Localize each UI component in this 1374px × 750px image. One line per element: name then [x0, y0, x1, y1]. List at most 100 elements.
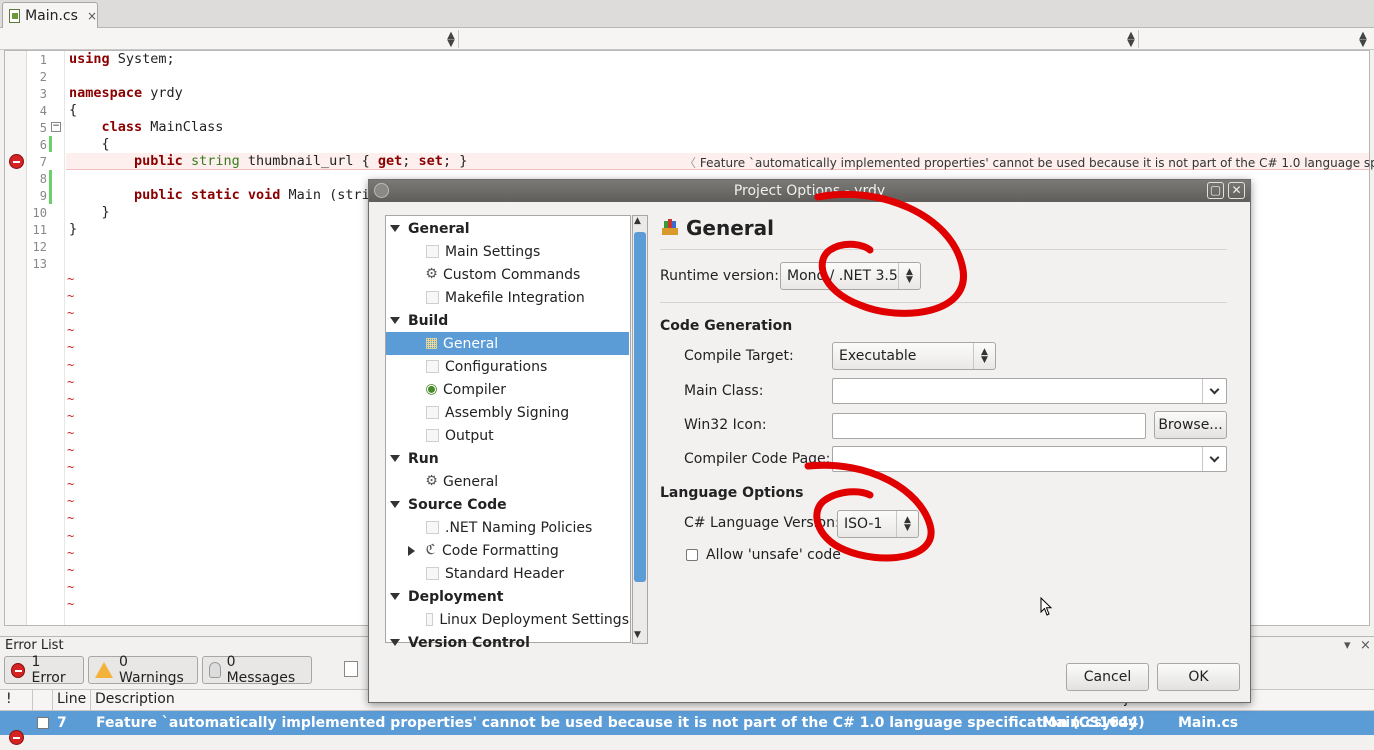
tree-item[interactable]: ▦ General: [386, 332, 629, 355]
eof-tilde: ~: [67, 443, 75, 457]
pad-options-icon[interactable]: ▾: [1344, 638, 1351, 653]
expander-down-icon[interactable]: [390, 317, 400, 324]
tree-item[interactable]: ⚙ General: [386, 470, 629, 493]
eof-tilde: ~: [67, 545, 75, 560]
scroll-up-icon[interactable]: ▲: [634, 216, 641, 226]
line-number: 10: [32, 206, 47, 220]
code-generation-heading: Code Generation: [660, 318, 793, 334]
line-number: 9: [39, 189, 47, 203]
extra-selector-arrows-icon[interactable]: ▲ ▼: [1358, 31, 1368, 49]
checkbox-icon: [426, 245, 439, 258]
build-icon: ▦: [424, 335, 439, 351]
navigation-bar: [0, 28, 1374, 50]
code-page-combo[interactable]: [832, 446, 1227, 472]
dialog-title-bar[interactable]: Project Options - yrdy: [369, 180, 1250, 202]
scrollbar-thumb[interactable]: [634, 232, 646, 582]
main-class-combo[interactable]: [832, 378, 1227, 404]
error-icon: [9, 730, 24, 745]
cancel-button[interactable]: Cancel: [1066, 663, 1149, 691]
tree-category[interactable]: Version Control: [386, 631, 629, 654]
expander-down-icon[interactable]: [390, 639, 400, 646]
member-selector-arrows-icon[interactable]: ▲ ▼: [1126, 31, 1136, 49]
type-selector-arrows-icon[interactable]: ▲ ▼: [446, 31, 456, 49]
row-checkbox[interactable]: [37, 717, 49, 729]
fold-collapse-icon[interactable]: −: [51, 122, 61, 132]
nav-separator: [458, 30, 459, 48]
tree-item[interactable]: Output: [386, 424, 629, 447]
tree-label: Makefile Integration: [445, 289, 585, 306]
tab-title: Main.cs: [25, 7, 78, 24]
tree-item[interactable]: Makefile Integration: [386, 286, 629, 309]
tree-item[interactable]: ⚙ Custom Commands: [386, 263, 629, 286]
build-output-icon[interactable]: [344, 661, 358, 677]
tree-item[interactable]: Standard Header: [386, 562, 629, 585]
expander-down-icon[interactable]: [390, 501, 400, 508]
close-tab-icon[interactable]: ×: [87, 9, 97, 23]
eof-tilde: ~: [67, 425, 75, 440]
tree-item[interactable]: Main Settings: [386, 240, 629, 263]
col-divider: [32, 690, 33, 710]
tree-category[interactable]: Deployment: [386, 585, 629, 608]
expander-down-icon[interactable]: [390, 225, 400, 232]
allow-unsafe-checkbox[interactable]: [686, 549, 698, 561]
browse-button[interactable]: Browse...: [1154, 411, 1227, 439]
tree-item[interactable]: ℭ Code Formatting: [386, 539, 629, 562]
tree-category[interactable]: Source Code: [386, 493, 629, 516]
compile-target-select[interactable]: Executable ▲ ▼: [832, 342, 996, 370]
tree-label: General: [443, 473, 499, 490]
error-list-title: Error List: [5, 638, 64, 653]
close-dialog-icon[interactable]: ✕: [1228, 182, 1245, 199]
tree-label: Run: [408, 450, 439, 467]
warnings-toggle-button[interactable]: 0 Warnings: [88, 654, 198, 686]
tree-category[interactable]: Build: [386, 309, 629, 332]
select-arrows-icon: ▲ ▼: [896, 511, 918, 537]
tree-item[interactable]: .NET Naming Policies: [386, 516, 629, 539]
ok-button[interactable]: OK: [1157, 663, 1240, 691]
error-marker-icon[interactable]: [9, 154, 24, 169]
line-number: 6: [39, 138, 47, 152]
win32-icon-field[interactable]: [832, 413, 1146, 439]
panel-heading: General: [686, 216, 774, 240]
tree-category[interactable]: General: [386, 217, 629, 240]
window-menu-icon[interactable]: [374, 183, 389, 198]
tab-main-cs[interactable]: Main.cs ×: [2, 2, 98, 28]
main-class-label: Main Class:: [684, 383, 764, 399]
col-description[interactable]: Description: [95, 691, 175, 707]
col-line[interactable]: Line: [57, 691, 86, 707]
checkbox-icon: [426, 360, 439, 373]
maximize-icon[interactable]: ▢: [1207, 182, 1224, 199]
expander-down-icon[interactable]: [390, 455, 400, 462]
language-version-select[interactable]: ISO-1 ▲ ▼: [837, 510, 919, 538]
code-line: {: [69, 102, 78, 118]
runtime-version-select[interactable]: Mono / .NET 3.5 ▲ ▼: [780, 262, 921, 290]
tree-item[interactable]: Assembly Signing: [386, 401, 629, 424]
messages-toggle-button[interactable]: 0 Messages: [202, 654, 312, 686]
row-description: Feature `automatically implemented prope…: [96, 715, 1145, 731]
tree-item[interactable]: ◉ Compiler: [386, 378, 629, 401]
language-version-label: C# Language Version:: [684, 515, 840, 531]
tree-category[interactable]: Run: [386, 447, 629, 470]
pad-close-icon[interactable]: ×: [1360, 638, 1371, 653]
warning-icon: [95, 662, 113, 678]
tree-item[interactable]: Configurations: [386, 355, 629, 378]
eof-tilde: ~: [67, 374, 75, 389]
col-divider: [90, 690, 91, 710]
scroll-down-icon[interactable]: ▼: [634, 630, 641, 640]
line-number: 4: [39, 104, 47, 118]
tree-label: Assembly Signing: [445, 404, 570, 421]
expander-right-icon[interactable]: [408, 545, 415, 556]
tree-item[interactable]: Linux Deployment Settings: [386, 608, 629, 631]
chevron-down-icon[interactable]: [1202, 379, 1226, 403]
code-formatting-icon: ℭ: [425, 542, 436, 558]
tree-label: Deployment: [408, 588, 504, 605]
chevron-down-icon[interactable]: [1202, 447, 1226, 471]
changed-line-marker: [49, 136, 52, 152]
code-line: }: [69, 221, 78, 237]
compiler-icon: ◉: [425, 381, 438, 397]
errors-toggle-button[interactable]: 1 Error: [4, 654, 84, 686]
error-icon: [11, 662, 26, 678]
col-severity[interactable]: !: [6, 691, 12, 707]
document-tab-bar: [0, 0, 1374, 28]
expander-down-icon[interactable]: [390, 593, 400, 600]
allow-unsafe-label[interactable]: Allow 'unsafe' code: [706, 547, 841, 563]
